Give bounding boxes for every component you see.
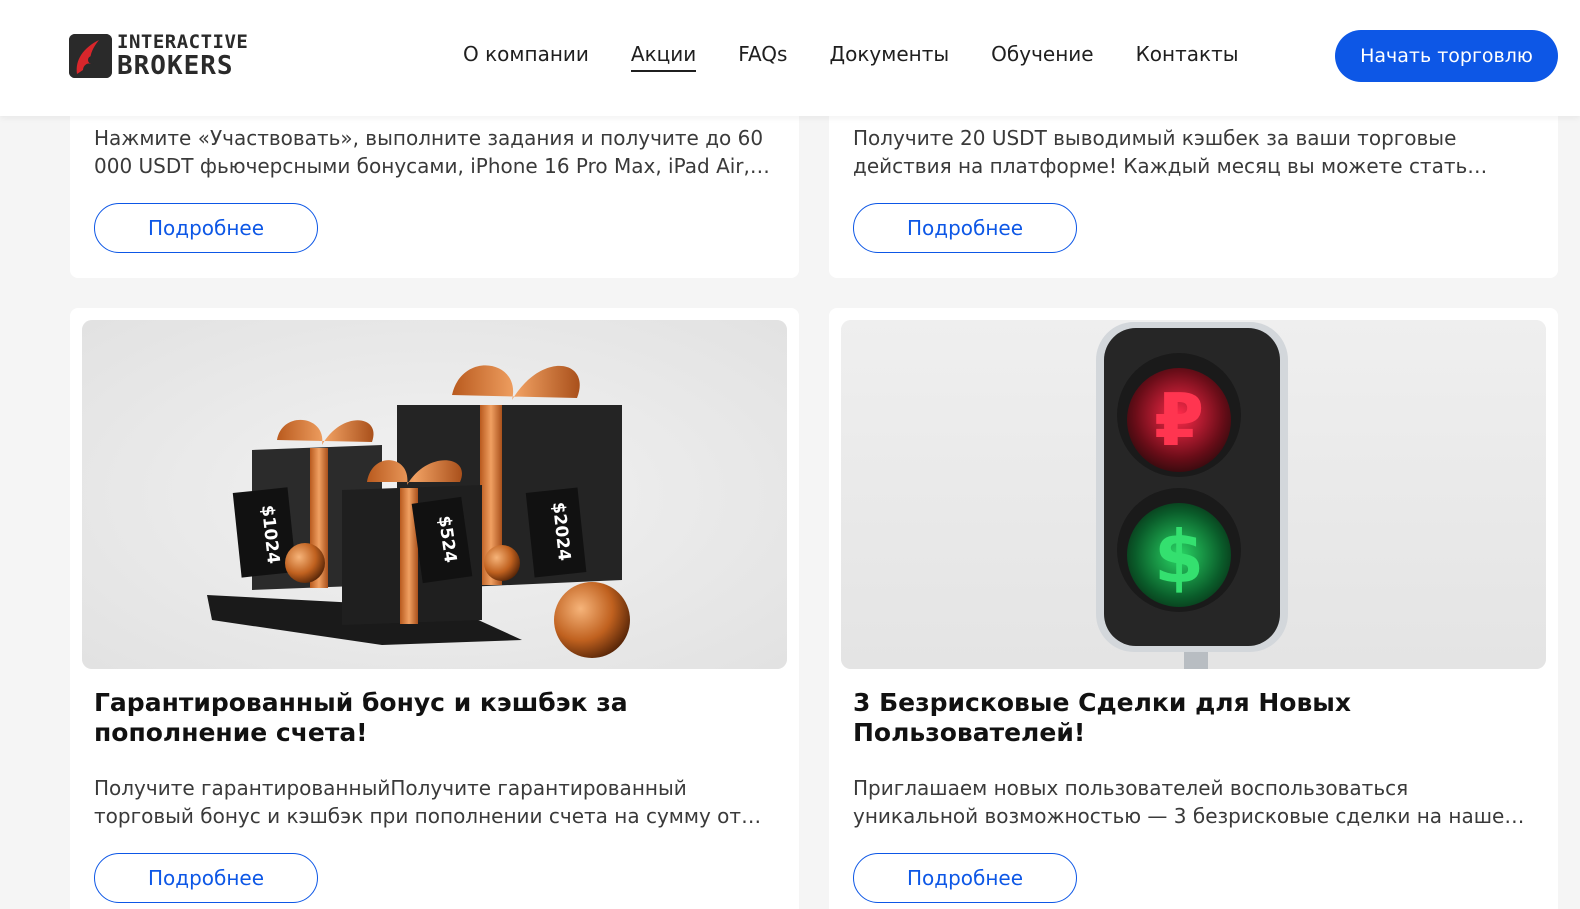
card-description: Получите гарантированныйПолучите гаранти… [94, 776, 742, 828]
more-button[interactable]: Подробнее [94, 853, 318, 903]
logo-icon [69, 34, 112, 78]
gift-boxes-illustration: $1024 $524 $2024 [82, 320, 787, 669]
nav-promotions[interactable]: Акции [630, 42, 697, 72]
start-trading-button[interactable]: Начать торговлю [1335, 30, 1558, 82]
more-button[interactable]: Подробнее [94, 203, 318, 253]
svg-text:$: $ [1154, 515, 1204, 599]
card-title: Гарантированный бонус и кэшбэк за пополн… [94, 688, 628, 747]
traffic-light-image[interactable]: ₽ $ [841, 320, 1546, 669]
traffic-light-illustration: ₽ $ [841, 320, 1546, 669]
card-description: Приглашаем новых пользователей воспользо… [853, 776, 1518, 828]
logo[interactable]: INTERACTIVE BROKERS [69, 32, 269, 80]
gift-boxes-image[interactable]: $1024 $524 $2024 [82, 320, 787, 669]
main-nav: О компании Акции FAQs Документы Обучение… [463, 42, 1281, 72]
nav-faqs[interactable]: FAQs [738, 42, 787, 72]
site-header: INTERACTIVE BROKERS О компании Акции FAQ… [0, 0, 1580, 116]
logo-text-bottom: BROKERS [117, 51, 234, 81]
logo-text-top: INTERACTIVE [117, 31, 249, 53]
promo-card-4: ₽ $ 3 Безрисковые Сделки для Новых Польз… [829, 308, 1558, 909]
card-description: Получите 20 USDT выводимый кэшбек за ваш… [853, 126, 1468, 178]
more-button[interactable]: Подробнее [853, 853, 1077, 903]
nav-about[interactable]: О компании [463, 42, 589, 72]
more-button[interactable]: Подробнее [853, 203, 1077, 253]
nav-education[interactable]: Обучение [991, 42, 1093, 72]
card-title: 3 Безрисковые Сделки для Новых Пользоват… [853, 688, 1351, 747]
card-description: Нажмите «Участвовать», выполните задания… [94, 126, 764, 178]
svg-text:₽: ₽ [1154, 378, 1204, 462]
nav-documents[interactable]: Документы [829, 42, 949, 72]
nav-contacts[interactable]: Контакты [1136, 42, 1239, 72]
promo-card-3: $1024 $524 $2024 Гарантированный бонус и… [70, 308, 799, 909]
